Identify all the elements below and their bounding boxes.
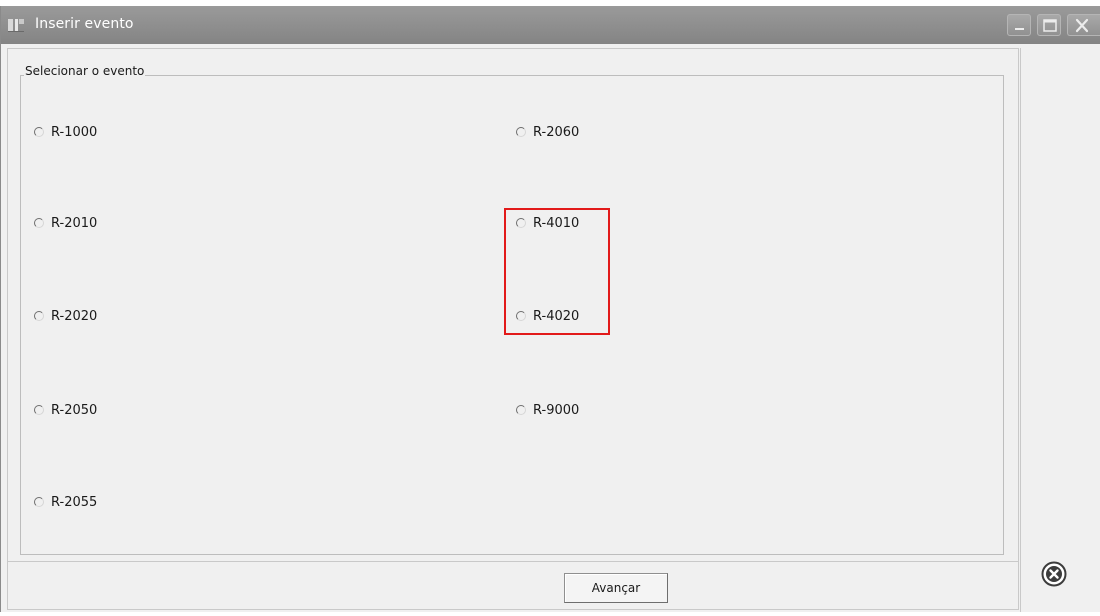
radio-circle [34,497,44,507]
radio-r-2010[interactable]: R-2010 [34,213,97,233]
radio-circle [516,405,526,415]
radio-circle [516,127,526,137]
close-icon [1075,18,1089,33]
window-bottom-edge [0,612,1100,616]
minimize-button[interactable] [1007,14,1031,36]
app-logo-icon [8,19,24,32]
window-title: Inserir evento [35,16,134,32]
highlight-annotation [504,208,610,335]
radio-label: R-2060 [533,124,580,140]
radio-label: R-1000 [51,124,98,140]
side-panel [1020,48,1100,614]
minimize-icon [1015,28,1024,30]
close-circle-icon[interactable] [1040,560,1068,588]
radio-r-9000[interactable]: R-9000 [516,400,579,420]
radio-r-1000[interactable]: R-1000 [34,122,97,142]
dialog-window: Inserir evento Selecionar o evento R-100… [0,6,1100,614]
radio-r-2060[interactable]: R-2060 [516,122,579,142]
radio-circle [34,218,44,228]
radio-circle [34,405,44,415]
close-button[interactable] [1067,14,1100,36]
title-bar[interactable]: Inserir evento [1,6,1100,44]
footer-divider [8,561,1018,562]
radio-r-2020[interactable]: R-2020 [34,306,97,326]
radio-label: R-2010 [51,215,98,231]
radio-circle [34,127,44,137]
maximize-button[interactable] [1037,14,1061,36]
radio-r-2050[interactable]: R-2050 [34,400,97,420]
radio-label: R-9000 [533,402,580,418]
groupbox-legend: Selecionar o evento [24,64,146,78]
main-content: Selecionar o evento R-1000 R-2010 R-2020… [7,48,1019,610]
radio-r-2055[interactable]: R-2055 [34,492,97,512]
radio-label: R-2020 [51,308,98,324]
radio-label: R-2055 [51,494,98,510]
advance-button[interactable]: Avançar [564,573,668,603]
radio-label: R-2050 [51,402,98,418]
radio-circle [34,311,44,321]
maximize-icon [1043,19,1057,32]
